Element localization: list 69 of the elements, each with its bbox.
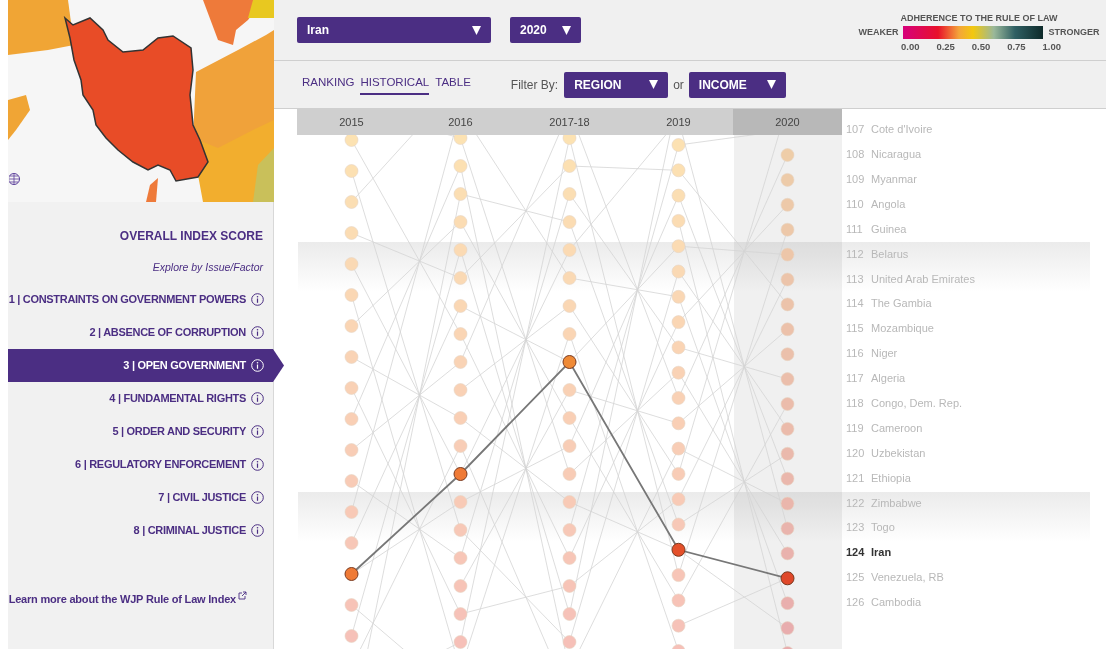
legend-tick: 1.00 bbox=[1042, 39, 1061, 54]
country-name[interactable]: Algeria bbox=[871, 370, 906, 387]
rank-number: 122 bbox=[846, 495, 866, 511]
dropdown[interactable]: INCOME bbox=[688, 71, 786, 98]
country-name[interactable]: The Gambia bbox=[871, 295, 932, 312]
country-name[interactable]: Nicaragua bbox=[871, 146, 922, 163]
country-name[interactable]: Cambodia bbox=[871, 594, 922, 611]
rank-number: 111 bbox=[846, 221, 864, 237]
factor-tab[interactable]: 4 | FUNDAMENTAL RIGHTS bbox=[109, 382, 273, 415]
rank-number: 110 bbox=[846, 196, 865, 212]
country-name[interactable]: Cameroon bbox=[871, 419, 923, 437]
dropdown[interactable]: 2020 bbox=[510, 17, 581, 43]
country-name[interactable]: Niger bbox=[871, 345, 898, 362]
country-name[interactable]: Congo, Dem. Rep. bbox=[871, 395, 963, 412]
legend-title: ADHERENCE TO THE RULE OF LAW bbox=[900, 12, 1058, 24]
overall-index-link[interactable]: OVERALL INDEX SCORE bbox=[119, 226, 273, 246]
rank-number: 117 bbox=[846, 371, 865, 387]
country-name[interactable]: Togo bbox=[871, 519, 895, 536]
country-name[interactable]: Guinea bbox=[871, 220, 907, 238]
factor-tab[interactable]: 3 | OPEN GOVERNMENT bbox=[8, 349, 284, 382]
factor-tab[interactable]: 2 | ABSENCE OF CORRUPTION bbox=[89, 316, 273, 349]
filter-label: Filter By: bbox=[510, 76, 559, 94]
learn-more-link[interactable]: Learn more about the WJP Rule of Law Index bbox=[8, 591, 273, 608]
rank-number: 109 bbox=[846, 171, 866, 187]
rank-number: 118 bbox=[846, 396, 865, 411]
rank-number: 114 bbox=[846, 296, 865, 312]
legend-tick: 0.75 bbox=[1007, 39, 1026, 54]
rank-number: 107 bbox=[846, 122, 866, 138]
view-tab[interactable]: HISTORICAL bbox=[360, 74, 430, 95]
dropdown[interactable]: Iran bbox=[297, 17, 491, 43]
rank-number: 116 bbox=[846, 346, 865, 362]
rank-number: 119 bbox=[846, 420, 865, 436]
view-tab[interactable]: TABLE bbox=[435, 74, 471, 95]
country-name[interactable]: Iran bbox=[871, 544, 892, 561]
rank-number: 120 bbox=[846, 445, 866, 461]
view-tab[interactable]: RANKING bbox=[302, 74, 355, 95]
legend-low-label: WEAKER bbox=[858, 26, 899, 39]
country-name[interactable]: Zimbabwe bbox=[871, 494, 922, 512]
rank-number: 121 bbox=[846, 470, 866, 486]
country-name[interactable]: Ethiopia bbox=[871, 469, 911, 487]
country-name[interactable]: Cote d'Ivoire bbox=[871, 121, 933, 138]
dropdown[interactable]: REGION bbox=[564, 71, 669, 98]
or-label: or bbox=[673, 76, 684, 94]
rank-number: 126 bbox=[846, 595, 866, 611]
column-header: 2020 bbox=[733, 109, 842, 135]
rank-number: 108 bbox=[846, 147, 866, 163]
country-name[interactable]: Myanmar bbox=[871, 170, 917, 188]
factor-tab[interactable]: 8 | CRIMINAL JUSTICE bbox=[133, 514, 273, 547]
rank-number: 124 bbox=[846, 545, 866, 561]
rank-number: 115 bbox=[846, 321, 865, 337]
country-name[interactable]: Angola bbox=[871, 195, 906, 213]
country-name[interactable]: Venezuela, RB bbox=[871, 569, 944, 586]
factor-tab[interactable]: 6 | REGULATORY ENFORCEMENT bbox=[75, 448, 273, 481]
legend-tick: 0.50 bbox=[971, 39, 991, 54]
legend-high-label: STRONGER bbox=[1048, 26, 1100, 39]
country-name[interactable]: United Arab Emirates bbox=[871, 270, 975, 288]
legend-tick: 0.00 bbox=[901, 39, 920, 54]
rank-number: 113 bbox=[846, 271, 865, 287]
factor-tab[interactable]: 5 | ORDER AND SECURITY bbox=[112, 415, 273, 448]
country-name[interactable]: Uzbekistan bbox=[871, 444, 926, 462]
country-name[interactable]: Belarus bbox=[871, 245, 909, 263]
rank-number: 123 bbox=[846, 520, 866, 536]
legend-tick: 0.25 bbox=[936, 39, 955, 54]
rank-number: 112 bbox=[846, 246, 865, 262]
factor-tab[interactable]: 1 | CONSTRAINTS ON GOVERNMENT POWERS bbox=[8, 283, 273, 316]
country-name[interactable]: Mozambique bbox=[871, 320, 934, 337]
factor-tab[interactable]: 7 | CIVIL JUSTICE bbox=[158, 481, 273, 514]
rank-number: 125 bbox=[846, 570, 866, 586]
menu-subtitle: Explore by Issue/Factor bbox=[152, 260, 265, 276]
